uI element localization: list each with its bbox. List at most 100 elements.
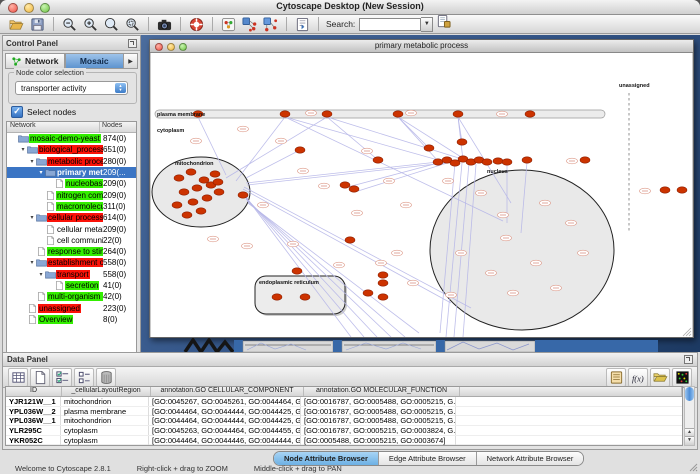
- network-node-selected[interactable]: [280, 111, 290, 117]
- snapshot-icon[interactable]: [156, 16, 173, 32]
- tree-expander-icon[interactable]: ▾: [37, 169, 45, 176]
- network-node-selected[interactable]: [502, 159, 512, 165]
- scrollbar-thumb[interactable]: [685, 387, 694, 401]
- network-edge[interactable]: [246, 162, 438, 183]
- network-node-selected[interactable]: [295, 147, 305, 153]
- network-node-selected[interactable]: [378, 294, 388, 300]
- network-node-selected[interactable]: [493, 158, 503, 164]
- tree-expander-icon[interactable]: ▾: [19, 146, 27, 153]
- float-data-panel-icon[interactable]: [684, 355, 693, 364]
- tree-row[interactable]: response to stimulu264(0): [7, 246, 136, 257]
- compartment-mitochondrion[interactable]: [152, 157, 250, 227]
- new-attribute-icon[interactable]: [30, 368, 50, 387]
- network-edge[interactable]: [398, 117, 429, 148]
- tree-row[interactable]: nucleobase-209(0): [7, 178, 136, 189]
- network-node-selected[interactable]: [340, 182, 350, 188]
- help-lifesaver-icon[interactable]: [188, 16, 205, 32]
- network-node-selected[interactable]: [192, 185, 202, 191]
- network-node-selected[interactable]: [292, 268, 302, 274]
- tree-header[interactable]: Network Nodes: [7, 122, 136, 133]
- network-node-selected[interactable]: [349, 186, 359, 192]
- tree-row[interactable]: secretion41(0): [7, 280, 136, 291]
- tree-expander-icon[interactable]: ▾: [37, 271, 45, 278]
- network-node-selected[interactable]: [214, 189, 224, 195]
- network-node-selected[interactable]: [272, 294, 282, 300]
- network-node-selected[interactable]: [522, 157, 532, 163]
- network-canvas[interactable]: plasma membranecytoplasmmitochondrionnuc…: [151, 53, 692, 337]
- network-edge[interactable]: [358, 163, 447, 191]
- network-node-selected[interactable]: [525, 111, 535, 117]
- attribute-table-header[interactable]: ID_cellularLayoutRegionannotation.GO CEL…: [6, 387, 682, 397]
- network-node-selected[interactable]: [213, 179, 223, 185]
- tree-row[interactable]: mosaic-demo-yeast874(0): [7, 133, 136, 144]
- network-node-selected[interactable]: [199, 177, 209, 183]
- zoom-fit-icon[interactable]: [103, 16, 120, 32]
- network-node-selected[interactable]: [210, 171, 220, 177]
- tab-scroll-right-button[interactable]: ▶: [124, 53, 138, 69]
- network-node-selected[interactable]: [457, 139, 467, 145]
- tree-row[interactable]: nitrogen compo209(0): [7, 189, 136, 200]
- tree-row[interactable]: ▾transport558(0): [7, 269, 136, 280]
- network-edge[interactable]: [247, 201, 405, 337]
- network-node-selected[interactable]: [182, 212, 192, 218]
- vizmapper-icon[interactable]: [220, 16, 237, 32]
- network-edge[interactable]: [246, 150, 300, 178]
- notes-icon[interactable]: [606, 368, 626, 387]
- table-row[interactable]: YKR052Ccytoplasm[GO:0044464, GO:0044446,…: [6, 436, 682, 446]
- tab-network[interactable]: Network: [5, 53, 65, 69]
- network-node-selected[interactable]: [188, 199, 198, 205]
- network-node-selected[interactable]: [393, 111, 403, 117]
- column-header[interactable]: annotation.GO MOLECULAR_FUNCTION: [304, 387, 460, 396]
- table-scrollbar[interactable]: ▲ ▼: [684, 386, 695, 446]
- table-row[interactable]: YLR295Ccytoplasm[GO:0045263, GO:0044464,…: [6, 426, 682, 436]
- zoom-in-icon[interactable]: [82, 16, 99, 32]
- network-node-selected[interactable]: [660, 187, 670, 193]
- network-node-selected[interactable]: [202, 195, 212, 201]
- table-row[interactable]: YPL036W__1mitochondrion[GO:0044464, GO:0…: [6, 416, 682, 426]
- import-network-icon[interactable]: [294, 16, 311, 32]
- network-node-selected[interactable]: [174, 175, 184, 181]
- tree-row[interactable]: cell communicat22(0): [7, 235, 136, 246]
- network-node-selected[interactable]: [322, 111, 332, 117]
- select-attributes-icon[interactable]: [52, 368, 72, 387]
- network-node-selected[interactable]: [186, 169, 196, 175]
- network-node-selected[interactable]: [580, 157, 590, 163]
- network-node-selected[interactable]: [172, 202, 182, 208]
- tab-edge-attribute-browser[interactable]: Edge Attribute Browser: [379, 452, 477, 465]
- tree-row[interactable]: ▾biological_process651(0): [7, 144, 136, 155]
- network-node-selected[interactable]: [345, 237, 355, 243]
- network-node-selected[interactable]: [677, 187, 687, 193]
- tab-network-attribute-browser[interactable]: Network Attribute Browser: [477, 452, 584, 465]
- table-row[interactable]: YDR039C__1mitochondrion[GO:0044464, GO:0…: [6, 445, 682, 446]
- search-input[interactable]: [359, 18, 421, 31]
- network-node-selected[interactable]: [196, 208, 206, 214]
- attribute-table-icon[interactable]: [8, 368, 28, 387]
- zoom-selected-icon[interactable]: [124, 16, 141, 32]
- tab-mosaic[interactable]: Mosaic: [65, 53, 125, 69]
- column-header[interactable]: _cellularLayoutRegion: [62, 387, 151, 396]
- scroll-down-button[interactable]: ▼: [685, 436, 694, 445]
- tree-row[interactable]: ▾metabolic process280(0): [7, 156, 136, 167]
- background-windows-strip[interactable]: [141, 338, 700, 352]
- tree-row[interactable]: ▾establishment of lo558(0): [7, 257, 136, 268]
- network-node-selected[interactable]: [433, 159, 443, 165]
- tree-row[interactable]: multi-organism pro42(0): [7, 291, 136, 302]
- node-color-attribute-select[interactable]: transporter activity ▲▼: [15, 81, 128, 95]
- attribute-rows-icon[interactable]: [74, 368, 94, 387]
- canvas-resize-grip[interactable]: [683, 328, 691, 336]
- table-row[interactable]: YJR121W__1mitochondrion[GO:0045267, GO:0…: [6, 397, 682, 407]
- zoom-out-icon[interactable]: [61, 16, 78, 32]
- table-row[interactable]: YPL036W__2plasma membrane[GO:0044464, GO…: [6, 407, 682, 417]
- tree-expander-icon[interactable]: ▾: [28, 158, 36, 165]
- search-dropdown-button[interactable]: ▼: [421, 17, 433, 32]
- heatmap-icon[interactable]: [672, 368, 692, 387]
- tree-row[interactable]: Overview8(0): [7, 314, 136, 325]
- resize-grip[interactable]: [688, 462, 698, 472]
- tree-row[interactable]: ▾primary metabo209(...: [7, 167, 136, 178]
- network-node-selected[interactable]: [482, 159, 492, 165]
- select-nodes-checkbox[interactable]: ✓: [11, 106, 23, 118]
- tree-row[interactable]: unassigned223(0): [7, 302, 136, 313]
- network-node-selected[interactable]: [179, 189, 189, 195]
- tree-row[interactable]: cellular metabol209(0): [7, 223, 136, 234]
- open-attributes-icon[interactable]: [650, 368, 670, 387]
